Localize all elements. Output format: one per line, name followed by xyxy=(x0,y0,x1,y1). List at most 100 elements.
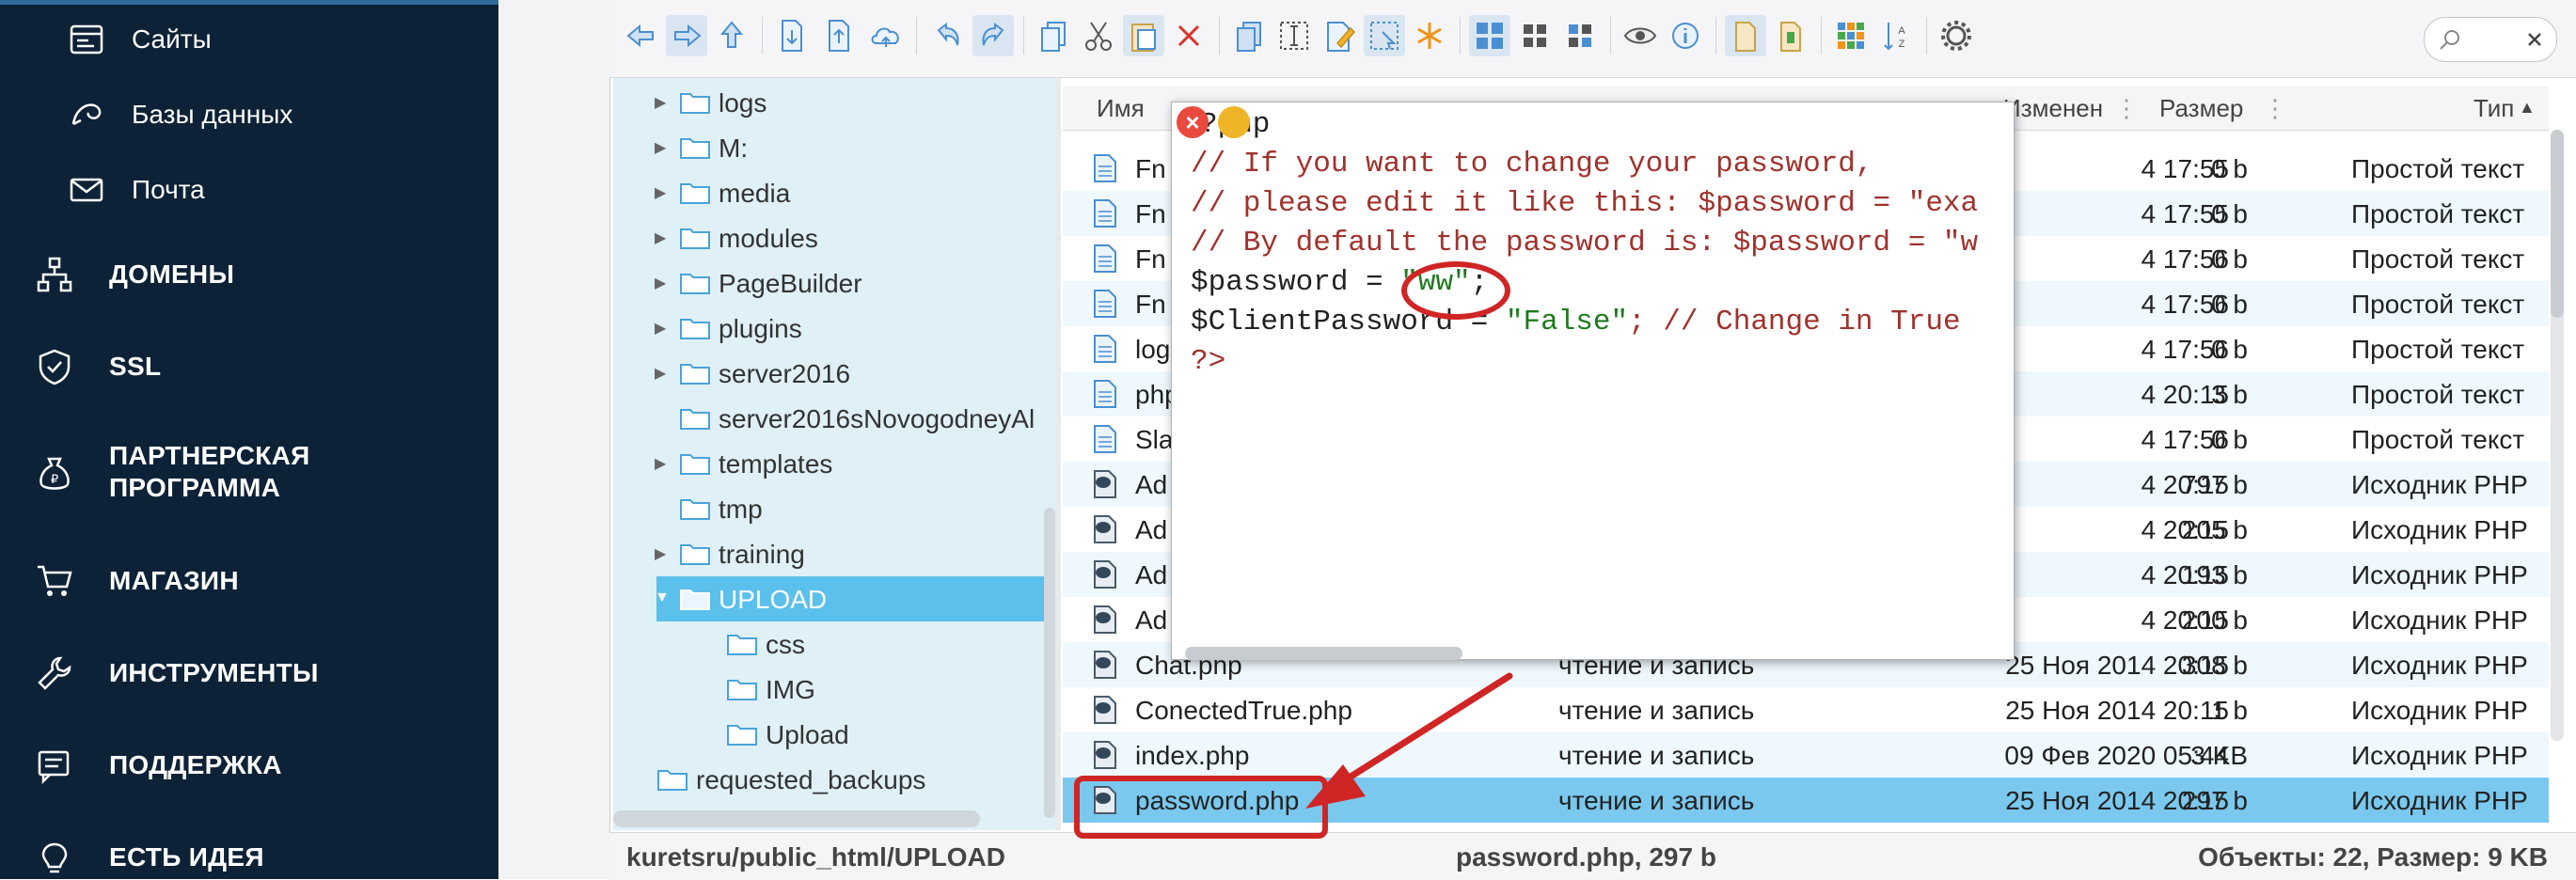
tree-item[interactable]: ▶ templates xyxy=(613,441,1044,486)
column-resize-handle[interactable]: ⋮ xyxy=(2114,94,2139,123)
sidebar-item-support[interactable]: ПОДДЕРЖКА xyxy=(0,743,498,788)
sort-grid-icon[interactable] xyxy=(1830,15,1872,56)
search-input[interactable] xyxy=(2424,17,2557,62)
list-scrollbar-thumb[interactable] xyxy=(2551,130,2564,318)
column-size-header[interactable]: Размер xyxy=(2159,94,2243,123)
expand-arrow-icon[interactable]: ▶ xyxy=(655,183,666,202)
tree-horizontal-scrollbar[interactable] xyxy=(613,810,980,827)
view-icons-small-icon[interactable] xyxy=(1514,15,1556,56)
minimize-popup-button[interactable] xyxy=(1218,106,1250,138)
view-mixed-icon[interactable] xyxy=(1559,15,1601,56)
clear-search-icon[interactable] xyxy=(2526,31,2543,48)
expand-arrow-icon[interactable]: ▶ xyxy=(655,228,666,247)
file-type: Исходник PHP xyxy=(2351,605,2528,635)
sidebar-item-ssl[interactable]: SSL xyxy=(0,344,498,389)
tree-item[interactable]: ▶ modules xyxy=(613,215,1044,260)
file-permissions: чтение и запись xyxy=(1558,696,1755,725)
forward-icon[interactable] xyxy=(666,15,707,56)
expand-arrow-icon[interactable]: ▶ xyxy=(655,274,666,292)
sidebar-item-sites[interactable]: Сайты xyxy=(0,19,498,60)
extract-icon[interactable] xyxy=(1725,15,1766,56)
tree-scrollbar[interactable] xyxy=(1044,508,1055,818)
folder-icon xyxy=(680,499,710,520)
select-icon[interactable] xyxy=(1364,15,1405,56)
expand-arrow-icon[interactable]: ▶ xyxy=(655,138,666,157)
paste-icon[interactable] xyxy=(1123,15,1164,56)
tree-item[interactable]: ▶ PageBuilder xyxy=(613,260,1044,306)
sidebar-item-domains[interactable]: ДОМЕНЫ xyxy=(0,252,498,297)
file-manager-toolbar: AZ xyxy=(609,0,2576,78)
toolbar-separator xyxy=(916,17,917,55)
upload-file-icon[interactable] xyxy=(818,15,860,56)
tree-item-label: Upload xyxy=(766,720,849,749)
cloud-upload-icon[interactable] xyxy=(865,15,907,56)
php-file-icon xyxy=(1094,515,1116,543)
status-path: kuretsru/public_html/UPLOAD xyxy=(626,842,1005,872)
delete-icon[interactable] xyxy=(1168,15,1209,56)
expand-arrow-icon[interactable]: ▶ xyxy=(655,544,666,563)
sort-ascending-icon[interactable]: ▲ xyxy=(2519,98,2536,118)
sidebar-top-line xyxy=(0,0,498,5)
settings-gear-icon[interactable] xyxy=(1936,15,1977,56)
redo-icon[interactable] xyxy=(972,15,1014,56)
archive-icon[interactable] xyxy=(1770,15,1811,56)
sidebar-item-idea[interactable]: ЕСТЬ ИДЕЯ xyxy=(0,835,498,880)
info-icon[interactable] xyxy=(1665,15,1706,56)
status-summary: Объекты: 22, Размер: 9 KB xyxy=(2198,842,2548,872)
tree-item[interactable]: tmp xyxy=(613,486,1044,531)
tree-item[interactable]: requested_backups xyxy=(613,757,1044,802)
column-resize-handle[interactable]: ⋮ xyxy=(2263,94,2287,123)
tree-item[interactable]: ▶ plugins xyxy=(613,306,1044,351)
sidebar-item-databases[interactable]: Базы данных xyxy=(0,94,498,135)
selected-file-highlight-box xyxy=(1074,776,1328,839)
view-icons-large-icon[interactable] xyxy=(1469,15,1510,56)
duplicate-icon[interactable] xyxy=(1228,15,1270,56)
tree-item[interactable]: ▶ training xyxy=(613,531,1044,576)
sidebar-item-mail[interactable]: Почта xyxy=(0,169,498,211)
tree-item[interactable]: ▶ logs xyxy=(613,80,1044,125)
file-row[interactable]: index.php чтение и запись 09 Фев 2020 05:4… xyxy=(1063,732,2549,778)
tree-item[interactable]: ▼ UPLOAD xyxy=(655,576,1044,621)
sort-icon[interactable]: AZ xyxy=(1875,15,1917,56)
panel-splitter[interactable] xyxy=(1055,78,1061,830)
expand-arrow-icon[interactable]: ▶ xyxy=(655,364,666,383)
column-modified-header[interactable]: Изменен xyxy=(2003,94,2103,123)
expand-arrow-icon[interactable]: ▶ xyxy=(655,319,666,338)
download-icon[interactable] xyxy=(771,15,813,56)
sidebar-item-shop[interactable]: МАГАЗИН xyxy=(0,558,498,604)
tree-item-label: tmp xyxy=(719,495,763,524)
tree-item[interactable]: ▶ M: xyxy=(613,125,1044,170)
expand-arrow-icon[interactable]: ▶ xyxy=(655,93,666,112)
tree-item[interactable]: server2016sNovogodneyAl xyxy=(613,396,1044,441)
back-icon[interactable] xyxy=(621,15,662,56)
tree-item-label: css xyxy=(766,630,805,659)
collapse-arrow-icon[interactable]: ▼ xyxy=(655,589,670,606)
close-popup-button[interactable]: × xyxy=(1177,106,1209,138)
cut-icon[interactable] xyxy=(1078,15,1119,56)
svg-text:Z: Z xyxy=(1899,39,1905,50)
file-row[interactable]: ConectedTrue.php чтение и запись 25 Ноя 20… xyxy=(1063,687,2549,732)
expand-arrow-icon[interactable]: ▶ xyxy=(655,454,666,473)
undo-icon[interactable] xyxy=(927,15,969,56)
sidebar-item-partner[interactable]: ₽ ПАРТНЕРСКАЯ ПРОГРАММА xyxy=(0,436,498,511)
copy-icon[interactable] xyxy=(1033,15,1074,56)
column-type-header[interactable]: Тип xyxy=(2473,94,2514,123)
column-name-header[interactable]: Имя xyxy=(1097,94,1145,123)
asterisk-icon[interactable] xyxy=(1409,15,1450,56)
sidebar-item-label: ИНСТРУМЕНТЫ xyxy=(109,658,319,687)
tree-item[interactable]: Upload xyxy=(613,712,1044,757)
preview-eye-icon[interactable] xyxy=(1620,15,1661,56)
tree-item[interactable]: ▶ server2016 xyxy=(613,351,1044,396)
up-icon[interactable] xyxy=(711,15,752,56)
tree-item-label: training xyxy=(719,540,805,569)
code-line: // please edit it like this: $password =… xyxy=(1191,187,1979,220)
edit-icon[interactable] xyxy=(1319,15,1360,56)
tree-item[interactable]: ▶ media xyxy=(613,170,1044,215)
search-icon xyxy=(2440,30,2459,50)
popup-horizontal-scrollbar[interactable] xyxy=(1185,647,1462,660)
php-file-icon xyxy=(1094,696,1116,724)
rename-icon[interactable] xyxy=(1273,15,1315,56)
tree-item[interactable]: IMG xyxy=(613,667,1044,712)
sidebar-item-tools[interactable]: ИНСТРУМЕНТЫ xyxy=(0,651,498,696)
tree-item[interactable]: css xyxy=(613,621,1044,667)
